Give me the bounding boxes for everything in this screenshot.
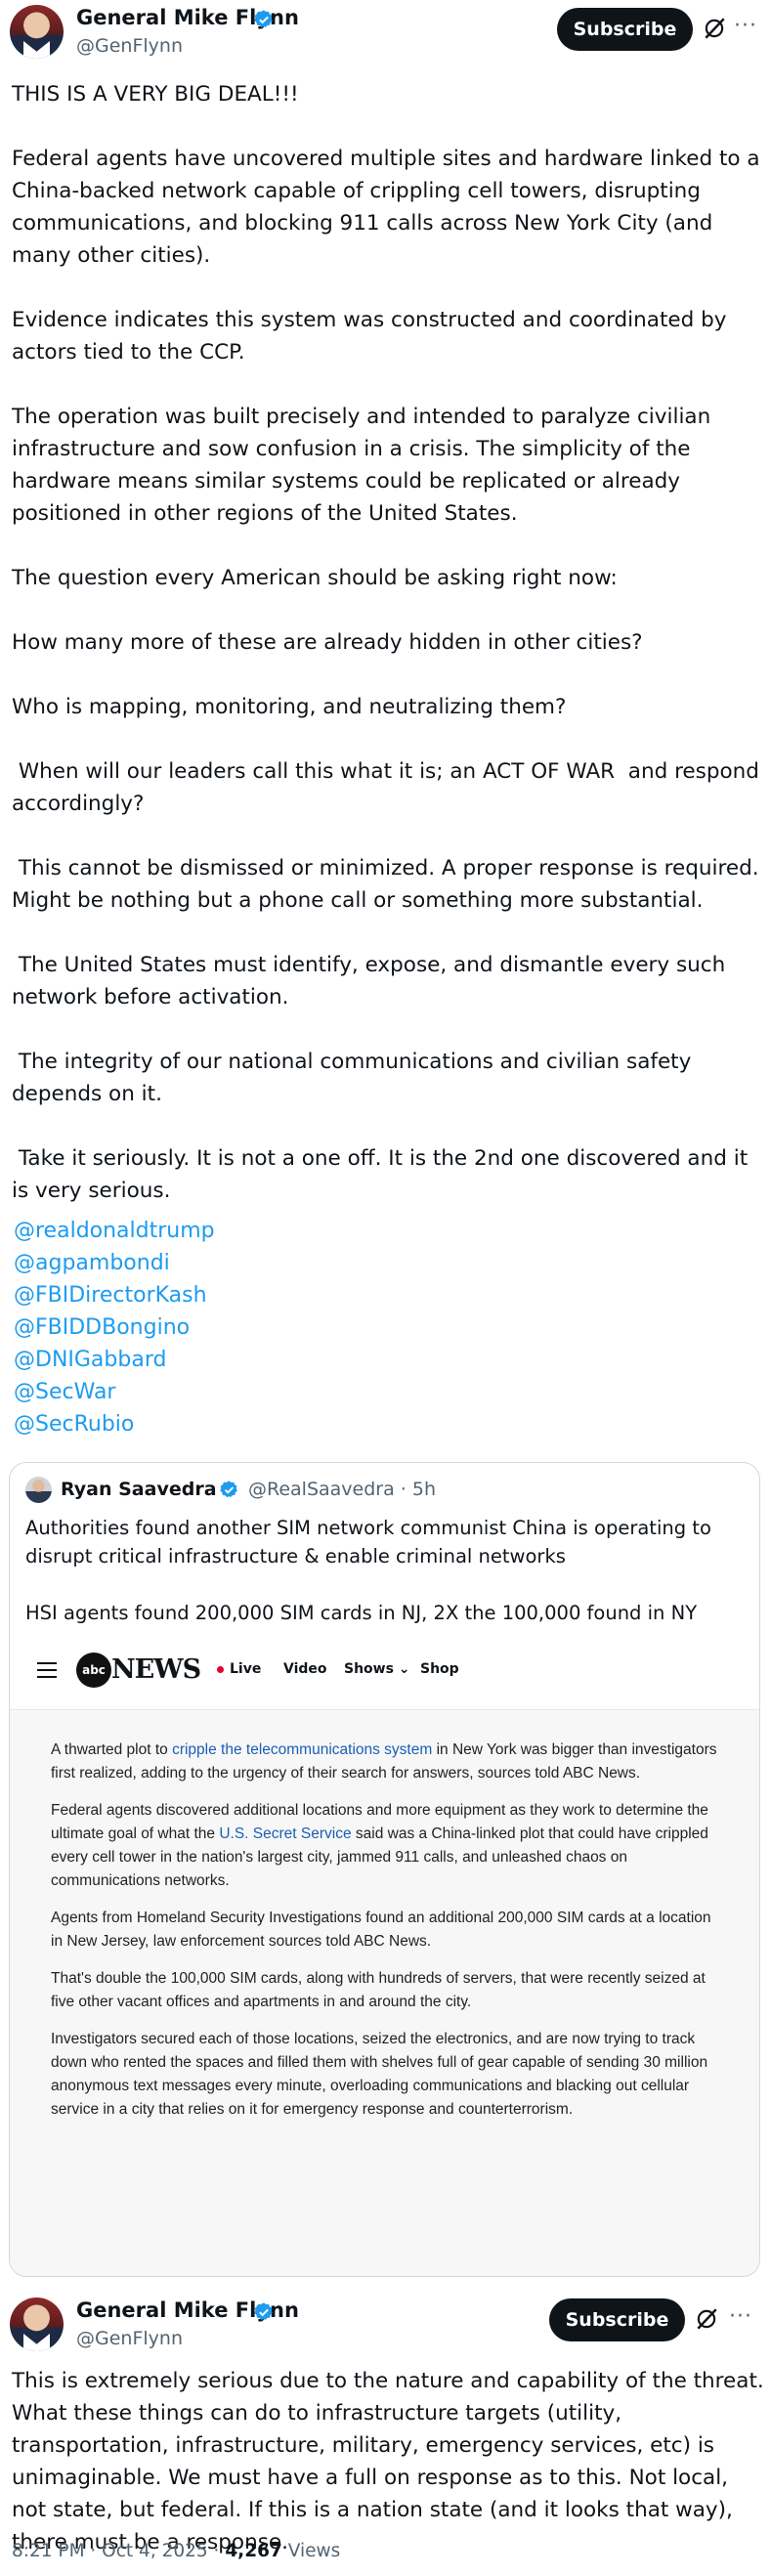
more-options-icon[interactable]: ··· (734, 14, 757, 38)
verified-badge-icon (254, 2302, 273, 2320)
views-label: Views (281, 2541, 341, 2561)
article-paragraph: Federal agents discovered additional loc… (51, 1802, 708, 1889)
tweet-paragraph: When will our leaders call this what it … (12, 759, 766, 816)
quote-author-name[interactable]: Ryan Saavedra (61, 1479, 217, 1500)
post-meta: 8:21 PM · Oct 4, 2025 · 4,267 Views (12, 2541, 340, 2561)
tweet-paragraph: THIS IS A VERY BIG DEAL!!! (12, 82, 299, 107)
mention-link[interactable]: @FBIDirectorKash (14, 1279, 215, 1311)
grok-icon[interactable] (694, 2306, 719, 2332)
tweet-paragraph: The operation was built precisely and in… (12, 405, 718, 526)
author-handle[interactable]: @GenFlynn (76, 2328, 183, 2349)
more-options-icon[interactable]: ··· (729, 2304, 752, 2329)
reply-header: General Mike Flynn @GenFlynn Subscribe ·… (0, 2293, 771, 2355)
article-paragraph: Investigators secured each of those loca… (51, 2031, 708, 2118)
article-paragraph: That's double the 100,000 SIM cards, alo… (51, 1970, 706, 2010)
tweet-header: General Mike Flynn @GenFlynn Subscribe ·… (0, 0, 771, 63)
nav-shows: Shows ⌄ (344, 1661, 410, 1677)
tweet-paragraph: Take it seriously. It is not a one off. … (12, 1146, 754, 1203)
author-handle[interactable]: @GenFlynn (76, 35, 183, 57)
tweet-text: THIS IS A VERY BIG DEAL!!! Federal agent… (12, 78, 764, 1207)
article-paragraph: A thwarted plot to cripple the telecommu… (51, 1741, 717, 1782)
views-count: 4,267 (225, 2541, 282, 2561)
quote-paragraph: HSI agents found 200,000 SIM cards in NJ… (25, 1602, 698, 1624)
verified-badge-icon (254, 10, 273, 27)
mention-link[interactable]: @SecRubio (14, 1408, 215, 1440)
avatar[interactable] (10, 2297, 64, 2351)
tweet-paragraph: How many more of these are already hidde… (12, 630, 643, 655)
tweet-paragraph: The integrity of our national communicat… (12, 1050, 699, 1106)
live-dot-icon (217, 1665, 224, 1673)
article-paragraph: Agents from Homeland Security Investigat… (51, 1910, 711, 1950)
subscribe-button[interactable]: Subscribe (557, 8, 693, 51)
abc-logo: abc (76, 1653, 111, 1688)
mention-link[interactable]: @FBIDDBongino (14, 1311, 215, 1344)
mentions-list: @realdonaldtrump @agpambondi @FBIDirecto… (14, 1215, 215, 1440)
mention-link[interactable]: @DNIGabbard (14, 1344, 215, 1376)
quoted-tweet[interactable]: Ryan Saavedra @RealSaavedra · 5h Authori… (9, 1462, 760, 2277)
quote-text: Authorities found another SIM network co… (25, 1514, 739, 1647)
tweet-paragraph: Who is mapping, monitoring, and neutrali… (12, 695, 567, 719)
abc-brand-text: NEWS (111, 1654, 201, 1685)
mention-link[interactable]: @agpambondi (14, 1247, 215, 1279)
post-thread: General Mike Flynn @GenFlynn Subscribe ·… (0, 0, 771, 2576)
abc-news-navbar: abc NEWS Live Video Shows ⌄ Shop (10, 1631, 759, 1710)
tweet-paragraph: Federal agents have uncovered multiple s… (12, 147, 767, 268)
tweet-paragraph: The question every American should be as… (12, 566, 618, 590)
mention-link[interactable]: @realdonaldtrump (14, 1215, 215, 1247)
menu-icon (37, 1662, 57, 1678)
article-text: A thwarted plot to cripple the telecommu… (51, 1739, 725, 2135)
tweet-paragraph: Evidence indicates this system was const… (12, 308, 734, 365)
verified-badge-icon (220, 1481, 237, 1498)
tweet-paragraph: This cannot be dismissed or minimized. A… (12, 856, 766, 913)
nav-video: Video (283, 1661, 327, 1677)
mention-link[interactable]: @SecWar (14, 1376, 215, 1408)
nav-shop: Shop (420, 1661, 459, 1677)
quote-media-image[interactable]: abc NEWS Live Video Shows ⌄ Shop A thwar… (10, 1631, 759, 2276)
subscribe-button[interactable]: Subscribe (549, 2298, 685, 2341)
quote-avatar[interactable] (25, 1477, 52, 1503)
quote-paragraph: Authorities found another SIM network co… (25, 1517, 711, 1567)
timestamp[interactable]: 8:21 PM · Oct 4, 2025 · (12, 2541, 225, 2561)
grok-icon[interactable] (702, 16, 727, 41)
quote-author-handle[interactable]: @RealSaavedra · 5h (248, 1479, 436, 1500)
reply-text: This is extremely serious due to the nat… (12, 2369, 764, 2555)
nav-live: Live (217, 1661, 261, 1677)
avatar[interactable] (10, 5, 64, 59)
tweet-paragraph: The United States must identify, expose,… (12, 953, 733, 1009)
